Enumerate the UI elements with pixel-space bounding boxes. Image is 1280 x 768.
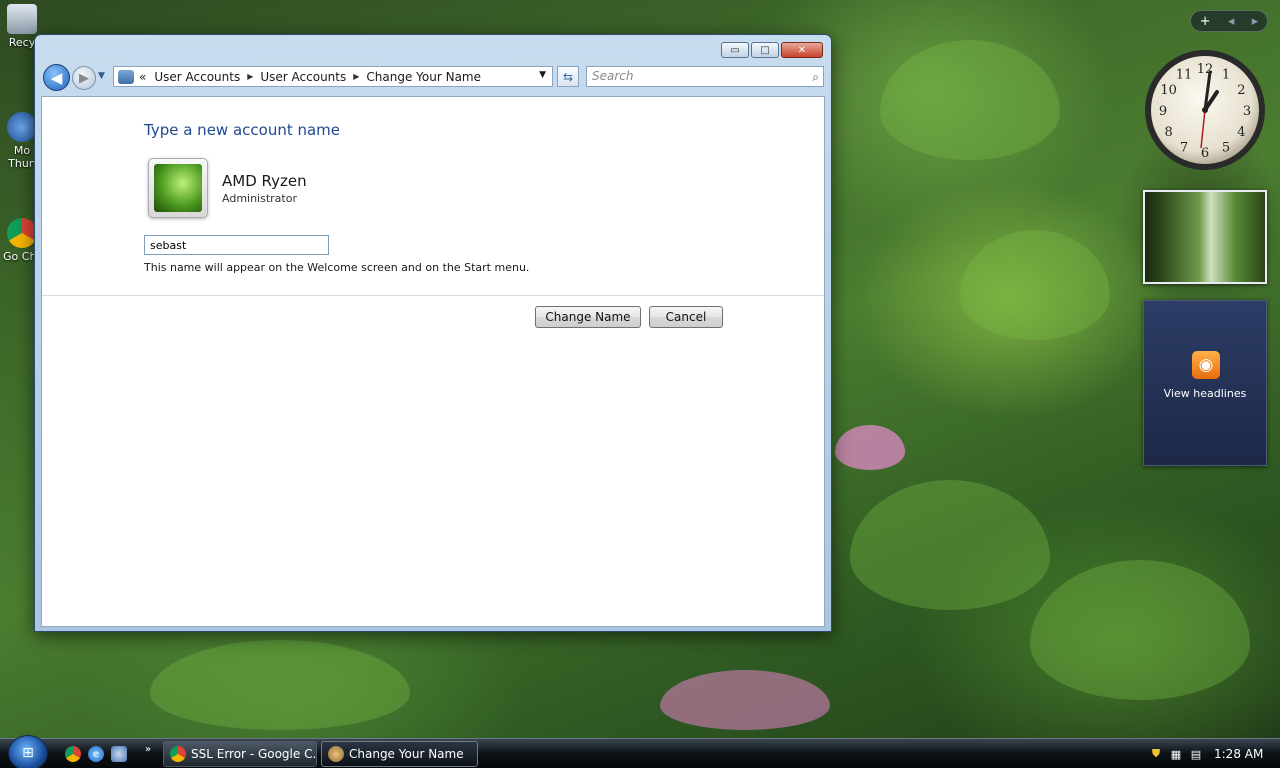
navigation-bar: ◀ ▶ ▼ « User Accounts ▶ User Accounts ▶ …: [41, 64, 825, 92]
account-name: AMD Ryzen: [222, 172, 307, 190]
address-bar[interactable]: « User Accounts ▶ User Accounts ▶ Change…: [113, 66, 553, 87]
user-accounts-icon: [118, 69, 134, 84]
user-accounts-icon: [328, 746, 344, 762]
taskbar-item-label: SSL Error - Google C...: [191, 747, 317, 761]
desktop-icon-label: Mo Thun: [8, 144, 36, 170]
view-headlines-label[interactable]: View headlines: [1144, 387, 1266, 400]
feed-headlines-gadget[interactable]: ◉ View headlines: [1143, 300, 1267, 466]
taskbar-item-change-your-name[interactable]: Change Your Name: [321, 741, 478, 767]
minimize-button[interactable]: ▭: [721, 42, 749, 58]
security-shield-icon[interactable]: ⛊: [1148, 746, 1164, 762]
quicklaunch-overflow-button[interactable]: »: [140, 741, 156, 757]
cancel-button[interactable]: Cancel: [649, 306, 723, 328]
refresh-button[interactable]: ⇆: [557, 66, 579, 87]
avatar: [154, 164, 202, 212]
breadcrumb-item-user-accounts[interactable]: User Accounts: [154, 70, 240, 84]
show-desktop-icon[interactable]: [111, 746, 127, 762]
back-button[interactable]: ◀: [43, 64, 70, 91]
search-placeholder: Search: [592, 69, 634, 83]
breadcrumb-item-change-your-name[interactable]: Change Your Name: [366, 70, 481, 84]
window-controls: ▭ □ ✕: [721, 42, 823, 58]
maximize-button[interactable]: □: [751, 42, 779, 58]
clock-numeral: 1: [1222, 68, 1230, 83]
account-picture: [148, 158, 208, 218]
chrome-icon: [7, 218, 37, 248]
recent-pages-dropdown[interactable]: ▼: [98, 71, 105, 81]
clock-numeral: 3: [1243, 104, 1251, 119]
name-hint-text: This name will appear on the Welcome scr…: [144, 261, 530, 274]
page-title: Type a new account name: [144, 121, 341, 139]
rss-icon: ◉: [1192, 351, 1220, 379]
clock-gadget[interactable]: 12 1234567891011: [1143, 48, 1267, 172]
clock-numeral: 11: [1176, 68, 1193, 83]
notification-area: ⛊ ▦ ▤ 1:28 AM: [1144, 739, 1280, 768]
search-icon[interactable]: ⌕: [812, 68, 819, 87]
breadcrumb-item-user-accounts-2[interactable]: User Accounts: [260, 70, 346, 84]
clock-numeral: 7: [1180, 140, 1188, 155]
clock-numeral: 8: [1164, 125, 1172, 140]
breadcrumb-separator-icon[interactable]: ▶: [353, 72, 359, 81]
clock-numeral: 4: [1237, 125, 1245, 140]
account-type: Administrator: [222, 192, 297, 205]
clock-numeral: 9: [1159, 104, 1167, 119]
network-icon[interactable]: ▦: [1168, 746, 1184, 762]
slideshow-gadget[interactable]: [1143, 190, 1267, 284]
internet-explorer-icon[interactable]: e: [88, 746, 104, 762]
address-dropdown-icon[interactable]: ▼: [539, 70, 546, 80]
taskbar-clock[interactable]: 1:28 AM: [1214, 747, 1263, 761]
taskbar-item-chrome[interactable]: SSL Error - Google C...: [163, 741, 317, 767]
taskbar: ⊞ e » SSL Error - Google C... Change You…: [0, 735, 1280, 768]
chrome-icon: [170, 746, 186, 762]
search-input[interactable]: Search ⌕: [586, 66, 824, 87]
thunderbird-icon: [7, 112, 37, 142]
sidebar-controls: + ◂ ▸: [1190, 10, 1268, 32]
new-account-name-field[interactable]: [144, 235, 329, 255]
breadcrumb-separator-icon[interactable]: ▶: [247, 72, 253, 81]
next-gadgets-button[interactable]: ▸: [1252, 14, 1259, 29]
recycle-bin-icon: [7, 4, 37, 34]
chrome-quicklaunch-icon[interactable]: [65, 746, 81, 762]
content-pane: Type a new account name AMD Ryzen Admini…: [41, 96, 825, 627]
clock-numeral: 2: [1237, 83, 1245, 98]
divider: [42, 295, 824, 296]
add-gadget-button[interactable]: +: [1200, 14, 1211, 29]
close-button[interactable]: ✕: [781, 42, 823, 58]
desktop-icon-label: Recy: [8, 36, 36, 49]
start-button[interactable]: ⊞: [8, 735, 48, 768]
clock-numeral: 10: [1160, 83, 1177, 98]
forward-button[interactable]: ▶: [72, 66, 96, 90]
change-name-button[interactable]: Change Name: [535, 306, 641, 328]
change-your-name-window: ▭ □ ✕ ◀ ▶ ▼ « User Accounts ▶ User Accou…: [34, 34, 832, 632]
previous-gadgets-button[interactable]: ◂: [1228, 14, 1235, 29]
taskbar-item-label: Change Your Name: [349, 747, 464, 761]
breadcrumb-overflow[interactable]: «: [139, 70, 146, 84]
volume-icon[interactable]: ▤: [1188, 746, 1204, 762]
clock-numeral: 6: [1201, 146, 1209, 161]
clock-numeral: 5: [1222, 140, 1230, 155]
